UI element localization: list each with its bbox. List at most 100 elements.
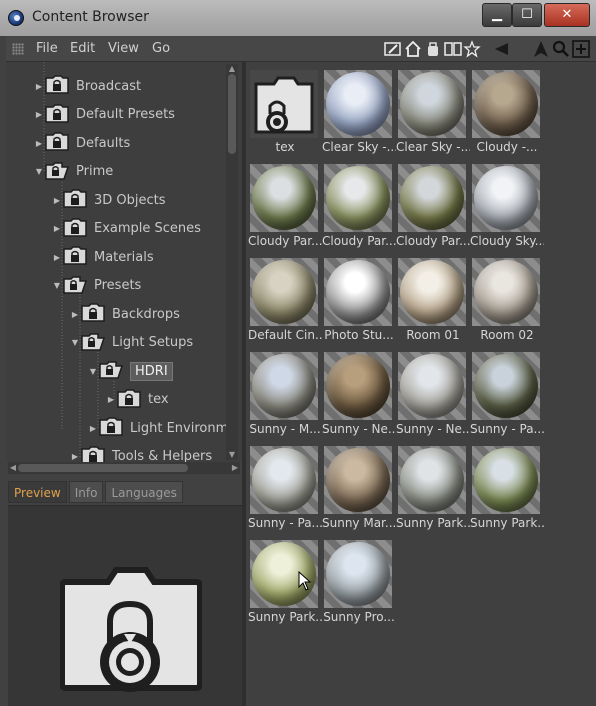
scroll-down-arrow-icon[interactable]: ▼	[227, 450, 237, 460]
expand-arrow-right-icon[interactable]: ▶	[52, 196, 62, 205]
tree-item-label: Defaults	[76, 135, 131, 151]
tree-item[interactable]: ▶ Tools & Helpers	[70, 443, 212, 462]
search-icon[interactable]	[552, 40, 570, 58]
book-icon[interactable]	[444, 40, 462, 58]
tree-item[interactable]: ▶ Backdrops	[70, 300, 180, 328]
scroll-right-arrow-icon[interactable]: ▶	[230, 462, 240, 474]
tree-vertical-scrollbar[interactable]: ▲ ▼	[226, 64, 238, 460]
menu-file[interactable]: File	[36, 41, 58, 56]
expand-arrow-right-icon[interactable]: ▶	[52, 253, 62, 262]
tile-label: Sunny Park...	[470, 516, 544, 530]
menu-go[interactable]: Go	[152, 41, 170, 56]
preview-tabs: Preview Info Languages	[8, 481, 185, 505]
tree-item[interactable]: ▼ HDRI	[88, 357, 173, 385]
hdri-tile[interactable]: Sunny Park...	[470, 446, 544, 536]
grip-handle-icon[interactable]	[12, 43, 24, 55]
tree-item[interactable]: ▼ Presets	[52, 272, 141, 300]
tree-item[interactable]: ▶ Materials	[52, 243, 154, 271]
hdri-tile[interactable]: Cloudy Sky...	[470, 164, 544, 254]
expand-arrow-right-icon[interactable]: ▶	[88, 424, 98, 433]
scroll-left-arrow-icon[interactable]: ◀	[8, 462, 18, 474]
hdri-tile[interactable]: Sunny Mar...	[322, 446, 396, 536]
scroll-thumb-horizontal[interactable]	[18, 464, 188, 472]
hdri-tile[interactable]: Room 02	[472, 258, 542, 348]
expand-arrow-down-icon[interactable]: ▼	[88, 367, 98, 376]
hdri-tile[interactable]: Cloudy Par...	[248, 164, 322, 254]
folder-tree[interactable]: ▶ Broadcast ▶ Default Presets ▶ Defaults ▼ Prim…	[6, 62, 242, 462]
tile-label: Sunny Park...	[396, 516, 470, 530]
expand-arrow-right-icon[interactable]: ▶	[34, 82, 44, 91]
expand-arrow-right-icon[interactable]: ▶	[52, 224, 62, 233]
hdri-tile[interactable]: Cloudy Par...	[396, 164, 470, 254]
hdri-tile[interactable]: Photo Stu...	[324, 258, 394, 348]
hdri-tile[interactable]: Sunny - Pa...	[248, 446, 322, 536]
folder-icon	[80, 330, 112, 356]
hdri-tile[interactable]: Clear Sky -...	[322, 70, 396, 160]
hdri-tile[interactable]: Room 01	[398, 258, 468, 348]
tile-thumbnail	[472, 352, 540, 420]
tree-item-label: Broadcast	[76, 78, 142, 94]
expand-arrow-down-icon[interactable]: ▼	[34, 167, 44, 176]
tree-horizontal-scrollbar[interactable]: ◀ ▶	[8, 462, 240, 474]
expand-arrow-right-icon[interactable]: ▶	[70, 310, 80, 319]
maximize-button[interactable]: ☐	[512, 3, 542, 27]
scroll-up-arrow-icon[interactable]: ▲	[227, 64, 237, 74]
tile-label: tex	[275, 140, 295, 154]
menu-view[interactable]: View	[108, 41, 139, 56]
expand-arrow-down-icon[interactable]: ▼	[52, 281, 62, 290]
hdri-tile[interactable]: Sunny - Pa...	[470, 352, 544, 442]
expand-arrow-right-icon[interactable]: ▶	[34, 110, 44, 119]
scroll-thumb[interactable]	[228, 74, 236, 154]
folder-tile[interactable]: tex	[250, 70, 320, 160]
hdri-sphere-preview	[400, 72, 464, 136]
folder-icon	[62, 216, 94, 242]
tab-info[interactable]: Info	[68, 481, 104, 503]
tree-item[interactable]: ▼ Light Setups	[70, 329, 193, 357]
star-icon[interactable]	[463, 40, 481, 58]
expand-arrow-right-icon[interactable]: ▶	[34, 139, 44, 148]
hdri-tile[interactable]: Cloudy -...	[472, 70, 542, 160]
edit-icon[interactable]	[384, 40, 402, 58]
bag-icon[interactable]	[424, 40, 442, 58]
title-bar[interactable]: Content Browser ▁ ☐ ✕	[0, 0, 596, 36]
back-arrow-icon[interactable]	[492, 40, 510, 58]
hdri-tile[interactable]: Sunny - Ne...	[322, 352, 396, 442]
hdri-tile[interactable]: Default Cin...	[248, 258, 322, 348]
close-button[interactable]: ✕	[544, 3, 590, 27]
hdri-sphere-preview	[400, 260, 464, 324]
tree-item-label: 3D Objects	[94, 192, 166, 208]
tree-item[interactable]: ▶ Default Presets	[34, 101, 175, 129]
expand-arrow-right-icon[interactable]: ▶	[106, 395, 116, 404]
tab-preview[interactable]: Preview	[8, 481, 67, 503]
expand-arrow-right-icon[interactable]: ▶	[70, 452, 80, 461]
hdri-tile[interactable]: Clear Sky -...	[396, 70, 470, 160]
panel-splitter[interactable]	[242, 62, 246, 706]
tile-label: Cloudy Par...	[322, 234, 396, 248]
tree-item[interactable]: ▶ Defaults	[34, 129, 130, 157]
add-icon[interactable]	[572, 40, 590, 58]
hdri-tile[interactable]: Sunny Pro...	[323, 540, 395, 630]
hdri-sphere-preview	[326, 542, 390, 606]
tile-label: Sunny - Pa...	[470, 422, 544, 436]
hdri-sphere-preview	[400, 354, 464, 418]
tile-thumbnail	[472, 70, 540, 138]
up-arrow-icon[interactable]	[532, 40, 550, 58]
tree-item[interactable]: ▶ 3D Objects	[52, 186, 166, 214]
folder-icon	[98, 415, 130, 441]
hdri-tile[interactable]: Sunny - Ne...	[396, 352, 470, 442]
minimize-button[interactable]: ▁	[482, 3, 512, 27]
hdri-tile[interactable]: Cloudy Par...	[322, 164, 396, 254]
tree-item[interactable]: ▶ tex	[106, 386, 169, 414]
hdri-tile[interactable]: Sunny Park...	[396, 446, 470, 536]
tree-item[interactable]: ▶ Broadcast	[34, 72, 141, 100]
tree-item[interactable]: ▶ Example Scenes	[52, 215, 201, 243]
tree-item[interactable]: ▶ Light Environme	[88, 414, 236, 442]
tab-languages[interactable]: Languages	[105, 481, 183, 503]
tree-item[interactable]: ▼ Prime	[34, 158, 113, 186]
tree-item-label: Example Scenes	[94, 221, 201, 236]
menu-edit[interactable]: Edit	[70, 41, 95, 56]
folder-icon	[44, 102, 76, 128]
expand-arrow-down-icon[interactable]: ▼	[70, 338, 80, 347]
home-icon[interactable]	[404, 40, 422, 58]
hdri-tile[interactable]: Sunny - M...	[249, 352, 321, 442]
